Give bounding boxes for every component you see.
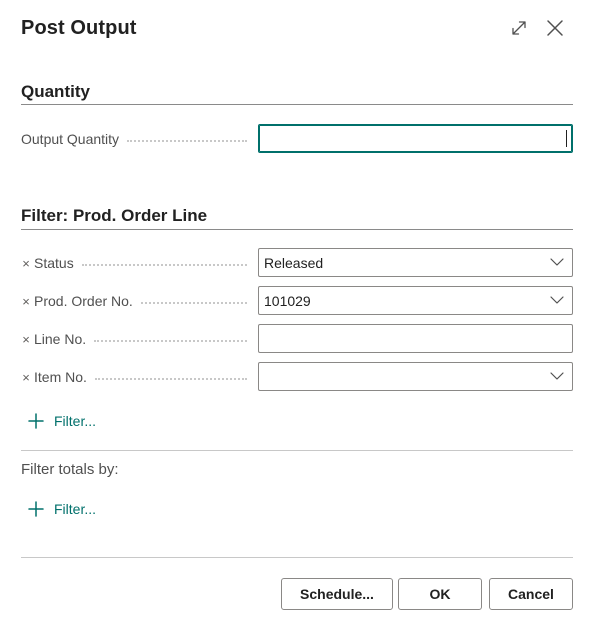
expand-button[interactable] bbox=[505, 14, 533, 42]
expand-diagonal-icon bbox=[512, 21, 526, 35]
label-leader-dots bbox=[140, 302, 247, 304]
item-no-select[interactable] bbox=[258, 362, 573, 391]
line-no-filter-label: × Line No. bbox=[21, 325, 249, 353]
quantity-section-divider bbox=[21, 104, 573, 105]
status-filter-label: × Status bbox=[21, 249, 249, 277]
chevron-down-icon bbox=[550, 372, 564, 380]
remove-prod-order-no-filter-icon[interactable]: × bbox=[21, 294, 31, 309]
filter-section-divider bbox=[21, 229, 573, 230]
prod-order-no-select[interactable]: 101029 bbox=[258, 286, 573, 315]
output-quantity-label: Output Quantity bbox=[21, 125, 249, 153]
label-leader-dots bbox=[94, 378, 247, 380]
remove-line-no-filter-icon[interactable]: × bbox=[21, 332, 31, 347]
text-caret bbox=[566, 130, 567, 147]
plus-icon bbox=[27, 500, 45, 518]
label-leader-dots bbox=[127, 140, 247, 142]
footer-divider bbox=[21, 557, 573, 558]
status-select[interactable]: Released bbox=[258, 248, 573, 277]
totals-divider bbox=[21, 450, 573, 451]
item-no-filter-label: × Item No. bbox=[21, 363, 249, 391]
line-no-input[interactable] bbox=[258, 324, 573, 353]
schedule-button[interactable]: Schedule... bbox=[281, 578, 393, 610]
label-leader-dots bbox=[81, 264, 247, 266]
close-button[interactable] bbox=[541, 14, 569, 42]
filter-totals-label: Filter totals by: bbox=[21, 461, 119, 478]
add-filter-link[interactable]: Filter... bbox=[27, 410, 96, 432]
label-leader-dots bbox=[94, 340, 247, 342]
cancel-button[interactable]: Cancel bbox=[489, 578, 573, 610]
ok-button[interactable]: OK bbox=[398, 578, 482, 610]
remove-item-no-filter-icon[interactable]: × bbox=[21, 370, 31, 385]
post-output-dialog: Post Output Quantity Output Quantity Fil… bbox=[0, 0, 593, 627]
chevron-down-icon bbox=[550, 296, 564, 304]
close-icon bbox=[547, 20, 563, 36]
dialog-title: Post Output bbox=[21, 17, 137, 39]
quantity-section-title: Quantity bbox=[21, 82, 90, 101]
remove-status-filter-icon[interactable]: × bbox=[21, 256, 31, 271]
plus-icon bbox=[27, 412, 45, 430]
filter-section-title: Filter: Prod. Order Line bbox=[21, 206, 208, 225]
prod-order-no-filter-label: × Prod. Order No. bbox=[21, 287, 249, 315]
add-totals-filter-link[interactable]: Filter... bbox=[27, 498, 96, 520]
output-quantity-input[interactable] bbox=[258, 124, 573, 153]
chevron-down-icon bbox=[550, 258, 564, 266]
